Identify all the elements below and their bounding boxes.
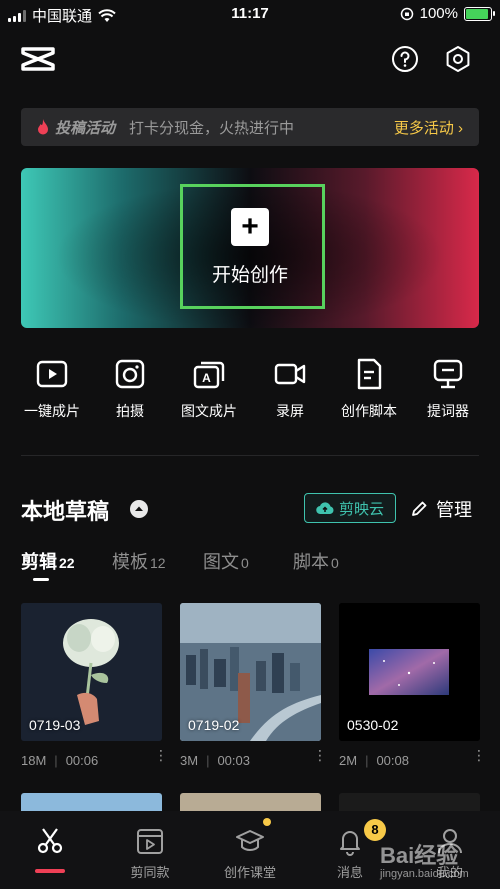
watermark: Bai经验 jingyan.baidu.com xyxy=(380,838,469,880)
tab-graphic[interactable]: 图文 0 xyxy=(203,548,249,574)
battery-icon xyxy=(464,6,495,21)
tab-label: 剪辑 xyxy=(21,552,57,572)
quick-action-label: 创作脚本 xyxy=(341,403,397,419)
quick-action-label: 录屏 xyxy=(276,403,304,419)
nav-label: 剪同款 xyxy=(130,865,170,880)
tab-edit[interactable]: 剪辑 22 xyxy=(21,548,75,574)
nav-label: 创作课堂 xyxy=(223,865,276,880)
draft-card-partial[interactable] xyxy=(339,793,480,811)
text-to-video-icon: A xyxy=(193,361,225,389)
quick-action-label: 拍摄 xyxy=(116,403,144,419)
manage-label: 管理 xyxy=(436,500,472,520)
more-options-icon[interactable]: ⋮ xyxy=(472,748,486,762)
quick-action-shoot[interactable]: 拍摄 xyxy=(90,357,170,421)
orientation-lock-icon xyxy=(400,7,413,20)
status-bar: 中国联通 11:17 100% xyxy=(0,0,500,30)
draft-card[interactable]: 0719-03 xyxy=(21,603,162,741)
settings-icon[interactable] xyxy=(443,44,473,74)
draft-meta: 3M | 00:03 xyxy=(180,753,250,768)
active-tab-indicator xyxy=(33,578,49,581)
cloud-button-label: 剪映云 xyxy=(338,500,384,518)
plus-icon[interactable]: + xyxy=(231,208,269,246)
quick-action-teleprompter[interactable]: 提词器 xyxy=(408,357,488,421)
watermark-sub: jingyan.baidu.com xyxy=(380,868,469,880)
local-drafts-title: 本地草稿 xyxy=(21,499,110,524)
promo-tag: 投稿活动 xyxy=(55,119,116,137)
nav-edit[interactable] xyxy=(0,826,100,862)
promo-message: 打卡分现金，火热进行中 xyxy=(129,119,295,137)
draft-duration: 00:03 xyxy=(217,753,250,768)
clapper-icon xyxy=(137,829,163,854)
classroom-dot-badge xyxy=(263,818,271,826)
quick-action-label: 图文成片 xyxy=(181,403,237,419)
teleprompter-icon xyxy=(433,359,463,389)
more-activities-link[interactable]: 更多活动 › xyxy=(394,117,463,138)
cloud-upload-icon xyxy=(316,502,334,515)
draft-card-partial[interactable] xyxy=(21,793,162,811)
capcut-logo-icon xyxy=(21,47,55,71)
more-options-icon[interactable]: ⋮ xyxy=(313,748,327,762)
caret-up-icon[interactable] xyxy=(130,500,148,518)
video-record-icon xyxy=(274,363,306,385)
draft-size: 2M xyxy=(339,753,358,768)
tab-template[interactable]: 模板 12 xyxy=(112,548,166,574)
tab-count: 0 xyxy=(241,555,249,571)
section-divider xyxy=(21,455,479,456)
draft-card[interactable]: 0530-02 xyxy=(339,603,480,741)
scissors-icon xyxy=(37,828,63,854)
nav-classroom[interactable]: 创作课堂 xyxy=(200,826,300,881)
fire-icon xyxy=(38,119,48,135)
draft-duration: 00:08 xyxy=(376,753,409,768)
nav-templates[interactable]: 剪同款 xyxy=(100,826,200,881)
quick-action-label: 提词器 xyxy=(427,403,469,419)
draft-name: 0719-02 xyxy=(188,717,240,733)
highlight-frame xyxy=(180,184,325,309)
draft-meta: 18M | 00:06 xyxy=(21,753,99,768)
svg-text:A: A xyxy=(202,371,211,385)
draft-card[interactable]: 0719-02 xyxy=(180,603,321,741)
nav-label: 消息 xyxy=(336,865,363,880)
camera-icon xyxy=(115,359,145,389)
graduation-cap-icon xyxy=(236,830,264,851)
start-creating-label: 开始创作 xyxy=(211,265,288,286)
quick-action-text-to-video[interactable]: A 图文成片 xyxy=(169,357,249,421)
edit-pencil-icon xyxy=(412,501,427,516)
draft-name: 0530-02 xyxy=(347,717,399,733)
tab-script[interactable]: 脚本 0 xyxy=(293,548,339,574)
draft-name: 0719-03 xyxy=(29,717,81,733)
help-icon[interactable] xyxy=(390,44,420,74)
tab-count: 0 xyxy=(331,555,339,571)
quick-action-one-click[interactable]: 一键成片 xyxy=(12,357,92,421)
draft-size: 3M xyxy=(180,753,199,768)
tab-count: 12 xyxy=(150,555,166,571)
battery-percent: 100% xyxy=(419,5,458,22)
draft-card-partial[interactable] xyxy=(180,793,321,811)
cloud-button[interactable]: 剪映云 xyxy=(304,493,396,523)
tab-label: 图文 xyxy=(203,552,239,572)
tab-label: 脚本 xyxy=(293,552,329,572)
promo-banner[interactable]: 投稿活动 打卡分现金，火热进行中 更多活动 › xyxy=(21,108,479,146)
status-right: 100% xyxy=(400,5,495,22)
more-options-icon[interactable]: ⋮ xyxy=(154,748,168,762)
play-square-icon xyxy=(36,360,68,388)
quick-action-label: 一键成片 xyxy=(24,403,80,419)
watermark-text: Bai经验 xyxy=(380,843,459,868)
draft-duration: 00:06 xyxy=(65,753,99,768)
quick-action-screen-record[interactable]: 录屏 xyxy=(250,357,330,421)
manage-button[interactable]: 管理 xyxy=(410,496,472,522)
draft-meta: 2M | 00:08 xyxy=(339,753,409,768)
draft-size: 18M xyxy=(21,753,47,768)
active-nav-indicator xyxy=(35,869,65,873)
quick-action-script[interactable]: 创作脚本 xyxy=(329,357,409,421)
bell-icon xyxy=(340,831,360,856)
tab-count: 22 xyxy=(59,555,75,571)
script-doc-icon xyxy=(357,358,382,390)
tab-label: 模板 xyxy=(112,552,148,572)
